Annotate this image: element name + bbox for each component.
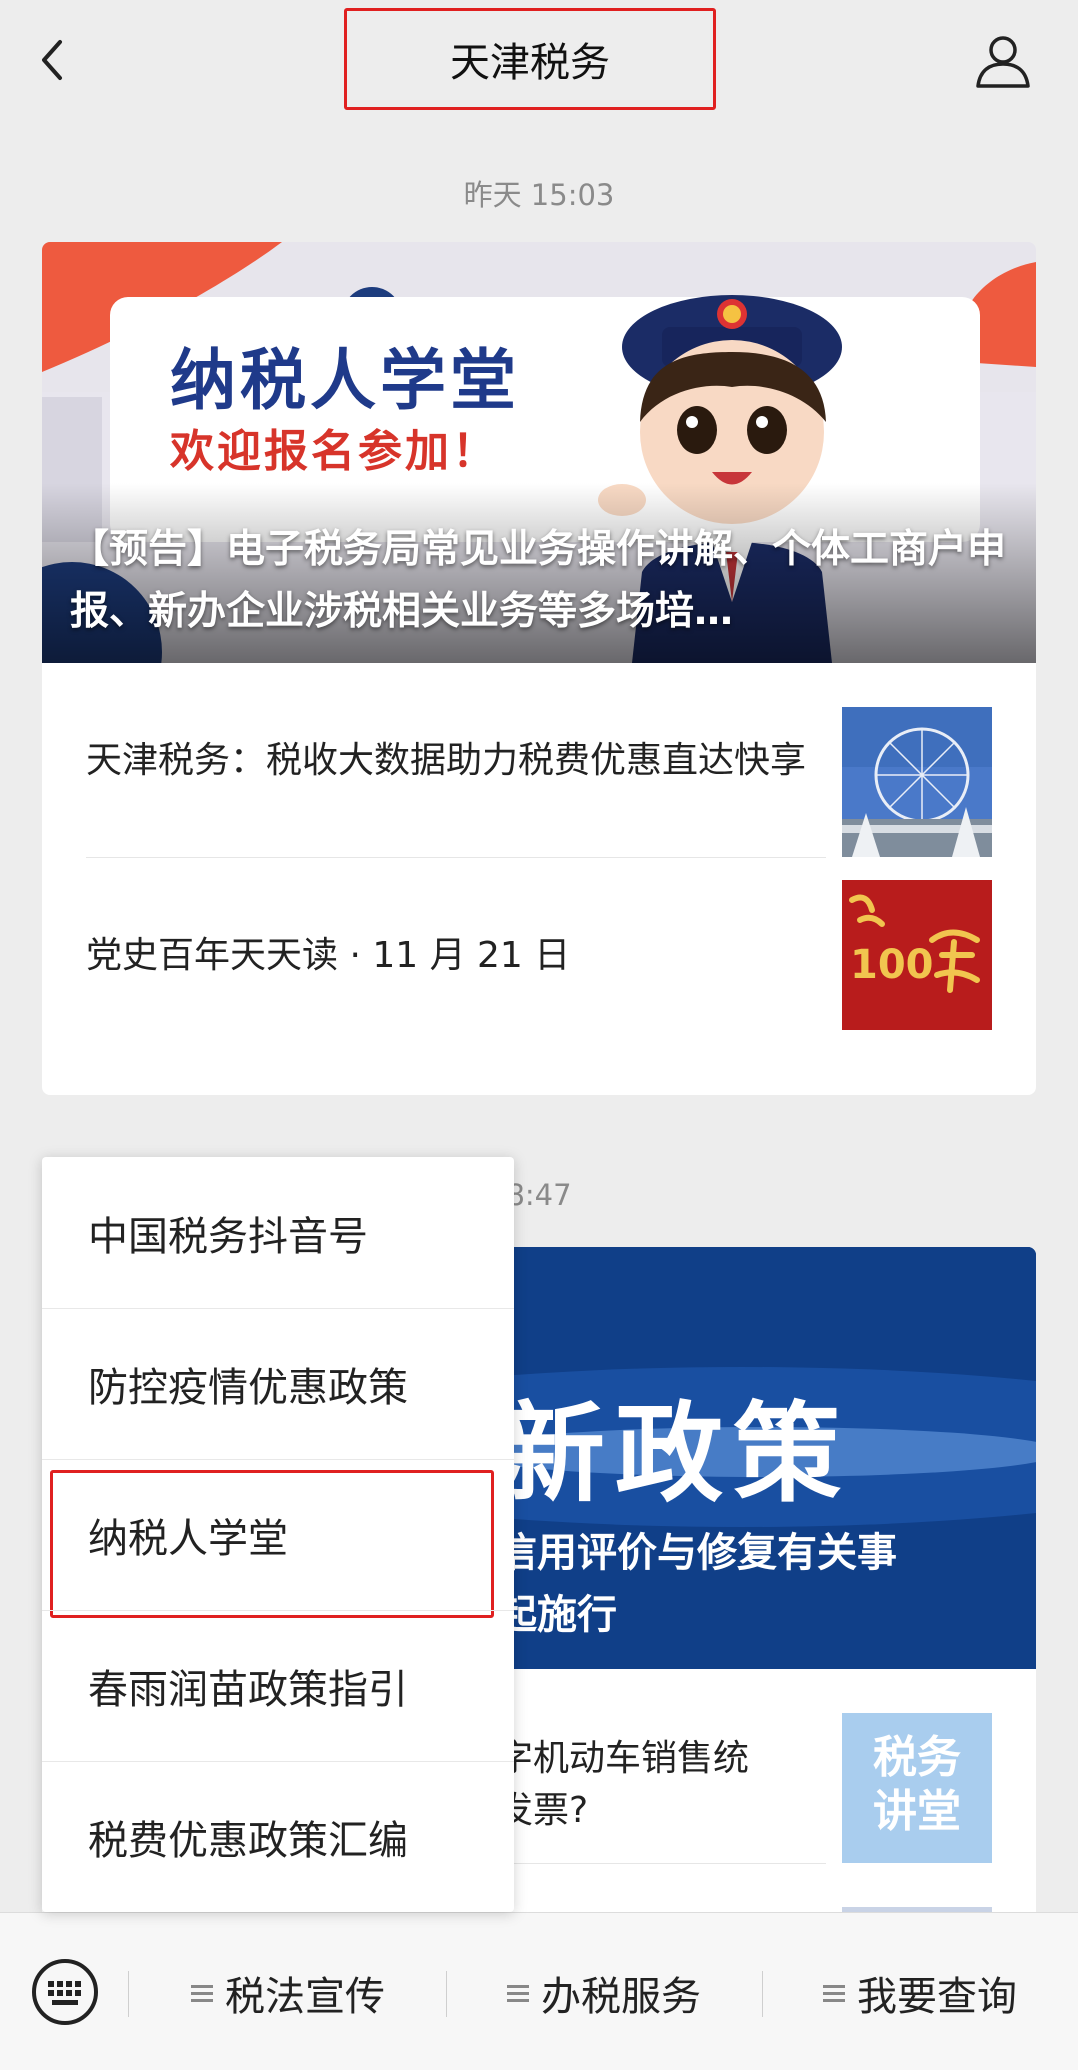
- banner-title: 纳税人学堂: [170, 342, 520, 419]
- submenu-item-label: 税费优惠政策汇编: [88, 1818, 408, 1864]
- hero-caption: 信用评价与修复有关事 起施行: [497, 1522, 897, 1646]
- menu-lines-icon: [507, 1985, 529, 2002]
- selection-highlight: [50, 1470, 494, 1618]
- menu-separator: [446, 1971, 447, 2017]
- menu-tax-law-publicity[interactable]: 税法宣传: [132, 1953, 444, 2033]
- logo-number: 100: [850, 942, 934, 988]
- submenu-item-label: 春雨润苗政策指引: [88, 1667, 408, 1713]
- menu-separator: [128, 1971, 129, 2017]
- menu-label: 税法宣传: [225, 1974, 385, 2020]
- thumbnail-text: 税务 讲堂: [842, 1731, 992, 1839]
- article-hero[interactable]: 纳税人学堂 欢迎报名参加！ 【预告】电子税务局常见业务操作讲解、个体工商户申报、…: [42, 242, 1036, 663]
- article-title: 党史百年天天读 · 11 月 21 日: [86, 934, 571, 976]
- top-navigation-bar: 天津税务: [0, 0, 1078, 120]
- page-title: 天津税务: [344, 8, 716, 110]
- menu-label: 我要查询: [857, 1974, 1017, 2020]
- person-icon: [976, 36, 1030, 88]
- banner-title: 新政策: [497, 1392, 852, 1517]
- menu-lines-icon: [823, 1985, 845, 2002]
- article-list-item[interactable]: 天津税务：税收大数据助力税费优惠直达快享: [42, 663, 1036, 858]
- keyboard-toggle-button[interactable]: [30, 1957, 100, 2027]
- chevron-left-icon: [42, 40, 62, 80]
- article-list-item[interactable]: 党史百年天天读 · 11 月 21 日 100: [42, 858, 1036, 1053]
- article-title: 天津税务：税收大数据助力税费优惠直达快享: [86, 739, 807, 781]
- submenu-item-douyin[interactable]: 中国税务抖音号: [42, 1157, 514, 1308]
- tax-lecture-thumbnail-icon: 税务 讲堂: [842, 1713, 992, 1863]
- submenu-item-label: 中国税务抖音号: [88, 1213, 368, 1260]
- hero-caption-line: 信用评价与修复有关事: [497, 1530, 897, 1576]
- submenu-item-spring-rain-policy[interactable]: 春雨润苗政策指引: [42, 1610, 514, 1761]
- ferris-wheel-photo-icon: [842, 707, 992, 857]
- submenu-item-epidemic-policy[interactable]: 防控疫情优惠政策: [42, 1308, 514, 1459]
- menu-lines-icon: [191, 1985, 213, 2002]
- party-history-100-logo-icon: 100: [842, 880, 992, 1030]
- hero-caption-line: 起施行: [497, 1592, 617, 1638]
- hero-caption: 【预告】电子税务局常见业务操作讲解、个体工商户申报、新办企业涉税相关业务等多场培…: [70, 527, 1007, 634]
- account-profile-button[interactable]: [972, 30, 1034, 92]
- thumbnail-text-line: 讲堂: [873, 1786, 961, 1837]
- chat-screen: 天津税务 昨天 15:03 纳税人学堂 欢迎报名参加！ 【预告】电子税务局常见业…: [0, 0, 1078, 2070]
- menu-separator: [762, 1971, 763, 2017]
- submenu-item-label: 防控疫情优惠政策: [88, 1365, 408, 1411]
- menu-label: 办税服务: [541, 1974, 701, 2020]
- submenu-popup: 中国税务抖音号 防控疫情优惠政策 纳税人学堂 春雨润苗政策指引 税费优惠政策汇编: [42, 1157, 514, 1912]
- menu-inquiry[interactable]: 我要查询: [764, 1953, 1076, 2033]
- article-title-line: 发票?: [497, 1790, 589, 1831]
- message-timestamp: 昨天 15:03: [463, 178, 615, 212]
- keyboard-icon: [32, 1959, 98, 2025]
- submenu-item-tax-benefit-compilation[interactable]: 税费优惠政策汇编: [42, 1761, 514, 1912]
- banner-subtitle: 欢迎报名参加！: [170, 426, 499, 477]
- submenu-item-taxpayer-school[interactable]: 纳税人学堂: [42, 1459, 514, 1618]
- article-title: 字机动车销售统 发票?: [497, 1669, 837, 1864]
- thumbnail-text-line: 税务: [873, 1732, 961, 1783]
- menu-tax-service[interactable]: 办税服务: [448, 1953, 760, 2033]
- back-button[interactable]: [30, 30, 80, 90]
- article-card: 纳税人学堂 欢迎报名参加！ 【预告】电子税务局常见业务操作讲解、个体工商户申报、…: [42, 242, 1036, 1095]
- bottom-menu-bar: 税法宣传 办税服务 我要查询: [0, 1912, 1078, 2070]
- article-title-line: 字机动车销售统: [497, 1738, 750, 1779]
